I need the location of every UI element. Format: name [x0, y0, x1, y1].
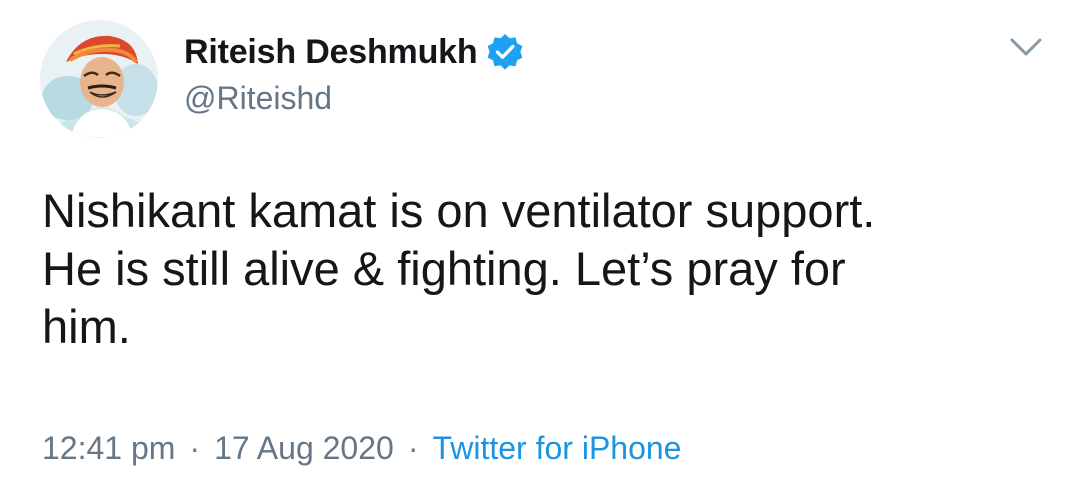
- tweet-time[interactable]: 12:41 pm: [42, 430, 175, 467]
- author-name-row: Riteish Deshmukh: [184, 30, 525, 74]
- avatar[interactable]: [40, 20, 158, 138]
- meta-separator: ·: [407, 430, 419, 466]
- tweet-source-link[interactable]: Twitter for iPhone: [432, 430, 681, 467]
- chevron-down-icon[interactable]: [1006, 32, 1046, 62]
- tweet-date[interactable]: 17 Aug 2020: [214, 430, 394, 467]
- author-handle[interactable]: @Riteishd: [184, 80, 332, 117]
- avatar-illustration: [40, 20, 158, 138]
- author-display-name[interactable]: Riteish Deshmukh: [184, 33, 478, 72]
- tweet-card: Riteish Deshmukh @Riteishd Nishikant kam…: [0, 0, 1080, 479]
- tweet-meta: 12:41 pm · 17 Aug 2020 · Twitter for iPh…: [42, 430, 681, 467]
- tweet-text: Nishikant kamat is on ventilator support…: [42, 184, 876, 353]
- verified-badge-icon: [488, 34, 523, 70]
- meta-separator: ·: [189, 430, 201, 466]
